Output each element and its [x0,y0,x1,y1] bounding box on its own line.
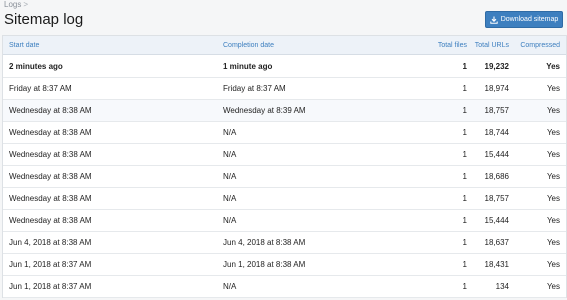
cell-completion-date: N/A [217,209,417,232]
column-header-total-files[interactable]: Total files [417,36,473,55]
table-row[interactable]: Wednesday at 8:38 AM N/A 1 15,444 Yes [3,209,566,232]
cell-total-files: 1 [417,275,473,298]
table-body: 2 minutes ago 1 minute ago 1 19,232 Yes Frida… [3,54,566,298]
cell-start-date: Wednesday at 8:38 AM [3,99,217,122]
table-row[interactable]: Wednesday at 8:38 AM Wednesday at 8:39 AM… [3,99,566,122]
cell-completion-date: N/A [217,143,417,166]
column-header-completion-date[interactable]: Completion date [217,36,417,55]
cell-start-date: Friday at 8:37 AM [3,77,217,100]
table-row[interactable]: Wednesday at 8:38 AM N/A 1 18,757 Yes [3,187,566,210]
column-header-compressed[interactable]: Compressed [515,36,566,55]
cell-compressed: Yes [515,143,566,166]
cell-completion-date: N/A [217,121,417,144]
cell-total-files: 1 [417,231,473,254]
cell-total-files: 1 [417,165,473,188]
table-row[interactable]: Wednesday at 8:38 AM N/A 1 18,744 Yes [3,121,566,144]
cell-start-date: Wednesday at 8:38 AM [3,143,217,166]
cell-total-files: 1 [417,99,473,122]
cell-total-urls: 18,744 [473,121,515,144]
cell-total-urls: 134 [473,275,515,298]
cell-total-files: 1 [417,209,473,232]
breadcrumb-separator: > [23,0,29,9]
sitemap-log-table: Start date Completion date Total files T… [2,35,567,298]
cell-start-date: Wednesday at 8:38 AM [3,187,217,210]
cell-total-urls: 18,431 [473,253,515,276]
download-icon [490,16,498,24]
cell-total-urls: 15,444 [473,209,515,232]
table-row[interactable]: Friday at 8:37 AM Friday at 8:37 AM 1 18,97… [3,77,566,100]
cell-compressed: Yes [515,253,566,276]
page: Logs > Sitemap log Download sitemap Start… [0,0,567,300]
page-title: Sitemap log [4,11,84,28]
cell-start-date: 2 minutes ago [3,54,217,78]
cell-compressed: Yes [515,209,566,232]
table-header-row: Start date Completion date Total files T… [3,36,566,55]
cell-total-files: 1 [417,143,473,166]
cell-total-urls: 18,686 [473,165,515,188]
cell-start-date: Wednesday at 8:38 AM [3,165,217,188]
breadcrumb-item-logs[interactable]: Logs [4,0,21,9]
cell-start-date: Wednesday at 8:38 AM [3,121,217,144]
download-sitemap-button[interactable]: Download sitemap [485,11,563,28]
cell-total-urls: 18,637 [473,231,515,254]
cell-start-date: Jun 1, 2018 at 8:37 AM [3,275,217,298]
cell-completion-date: N/A [217,275,417,298]
cell-compressed: Yes [515,121,566,144]
cell-start-date: Jun 1, 2018 at 8:37 AM [3,253,217,276]
download-sitemap-label: Download sitemap [500,16,559,23]
cell-total-files: 1 [417,54,473,78]
column-header-start-date[interactable]: Start date [3,36,217,55]
cell-completion-date: Friday at 8:37 AM [217,77,417,100]
cell-total-files: 1 [417,253,473,276]
cell-start-date: Wednesday at 8:38 AM [3,209,217,232]
cell-completion-date: Jun 4, 2018 at 8:38 AM [217,231,417,254]
cell-start-date: Jun 4, 2018 at 8:38 AM [3,231,217,254]
cell-completion-date: Jun 1, 2018 at 8:38 AM [217,253,417,276]
cell-total-files: 1 [417,121,473,144]
cell-total-urls: 18,757 [473,99,515,122]
table-row[interactable]: Wednesday at 8:38 AM N/A 1 15,444 Yes [3,143,566,166]
cell-total-files: 1 [417,77,473,100]
cell-compressed: Yes [515,165,566,188]
breadcrumb: Logs > [4,0,28,10]
cell-completion-date: Wednesday at 8:39 AM [217,99,417,122]
table-row[interactable]: Jun 4, 2018 at 8:38 AM Jun 4, 2018 at 8:3… [3,231,566,254]
table-row[interactable]: 2 minutes ago 1 minute ago 1 19,232 Yes [3,54,566,78]
column-header-total-urls[interactable]: Total URLs [473,36,515,55]
cell-compressed: Yes [515,231,566,254]
cell-total-files: 1 [417,187,473,210]
cell-completion-date: N/A [217,165,417,188]
table-row[interactable]: Jun 1, 2018 at 8:37 AM N/A 1 134 Yes [3,275,566,298]
cell-completion-date: 1 minute ago [217,54,417,78]
table-row[interactable]: Jun 1, 2018 at 8:37 AM Jun 1, 2018 at 8:3… [3,253,566,276]
cell-compressed: Yes [515,54,566,78]
cell-compressed: Yes [515,275,566,298]
cell-compressed: Yes [515,187,566,210]
cell-total-urls: 18,757 [473,187,515,210]
cell-total-urls: 19,232 [473,54,515,78]
cell-compressed: Yes [515,99,566,122]
cell-total-urls: 18,974 [473,77,515,100]
cell-compressed: Yes [515,77,566,100]
table-row[interactable]: Wednesday at 8:38 AM N/A 1 18,686 Yes [3,165,566,188]
cell-total-urls: 15,444 [473,143,515,166]
cell-completion-date: N/A [217,187,417,210]
